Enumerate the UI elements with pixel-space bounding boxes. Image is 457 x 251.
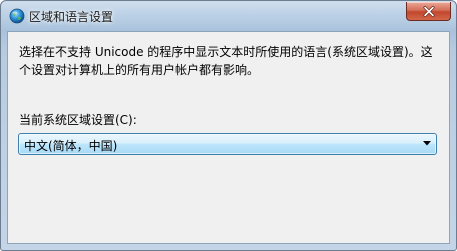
window-title: 区域和语言设置 bbox=[29, 10, 114, 24]
locale-label: 当前系统区域设置(C): bbox=[19, 113, 137, 127]
content-panel: 选择在不支持 Unicode 的程序中显示文本时所使用的语言(系统区域设置)。这… bbox=[7, 31, 450, 244]
locale-select-value: 中文(简体，中国) bbox=[24, 139, 118, 153]
title-bar[interactable]: 区域和语言设置 bbox=[1, 1, 456, 31]
dialog-window: 区域和语言设置 选择在不支持 Unicode 的程序中显示文本时所使用的语言(系… bbox=[0, 0, 457, 251]
locale-select[interactable]: 中文(简体，中国) bbox=[18, 133, 437, 155]
close-icon bbox=[423, 5, 435, 17]
description-text: 选择在不支持 Unicode 的程序中显示文本时所使用的语言(系统区域设置)。这… bbox=[19, 45, 433, 77]
close-button[interactable] bbox=[406, 2, 451, 21]
globe-icon bbox=[9, 8, 25, 24]
